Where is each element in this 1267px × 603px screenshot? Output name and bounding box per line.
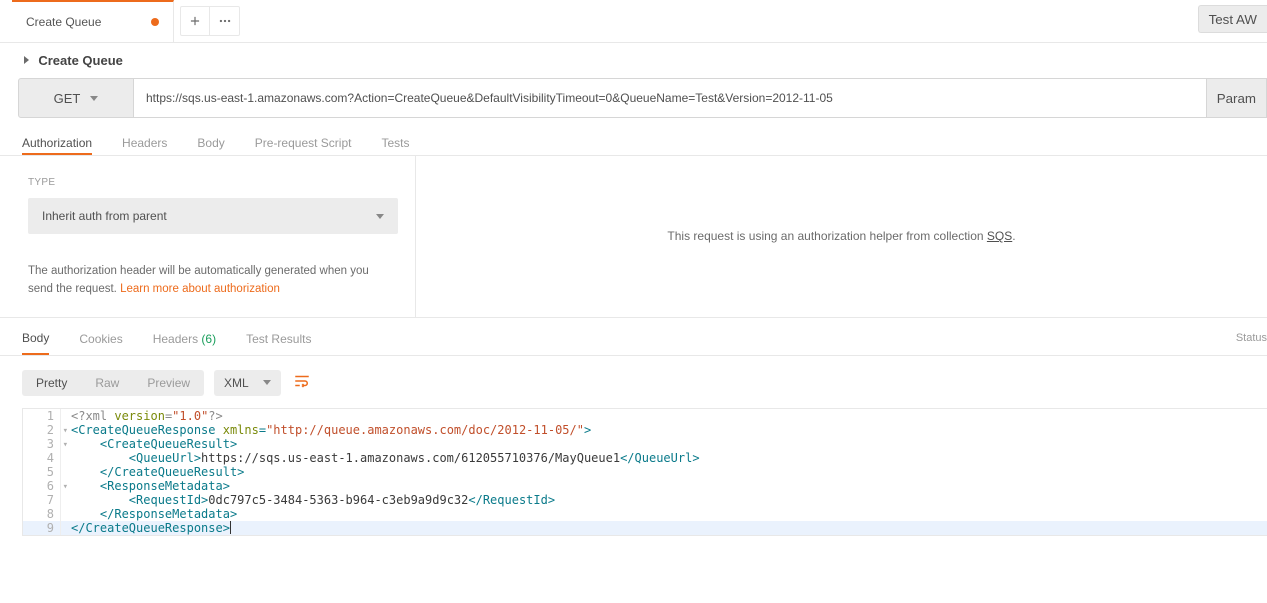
resp-tab-headers[interactable]: Headers (6) [153, 332, 216, 354]
code-text: <CreateQueueResponse xmlns="http://queue… [61, 423, 591, 437]
request-title-row: Create Queue [0, 43, 1267, 74]
code-line[interactable]: 6▾ <ResponseMetadata> [23, 479, 1267, 493]
wrap-lines-button[interactable] [293, 372, 311, 393]
resp-tab-headers-label: Headers [153, 332, 198, 346]
code-text: <ResponseMetadata> [61, 479, 230, 493]
response-tabs: Body Cookies Headers (6) Test Results St… [0, 318, 1267, 356]
auth-type-dropdown[interactable]: Inherit auth from parent [28, 198, 398, 234]
code-line[interactable]: 1<?xml version="1.0"?> [23, 409, 1267, 423]
view-raw[interactable]: Raw [81, 370, 133, 396]
auth-help-link[interactable]: Learn more about authorization [120, 283, 280, 295]
line-number: 5 [23, 465, 61, 479]
line-number: 8 [23, 507, 61, 521]
auth-left-pane: TYPE Inherit auth from parent The author… [0, 156, 416, 317]
view-mode-segmented: Pretty Raw Preview [22, 370, 204, 396]
caret-right-icon [24, 56, 29, 64]
line-number: 2▾ [23, 423, 61, 437]
url-input[interactable] [134, 78, 1207, 118]
test-collection-button[interactable]: Test AW [1198, 5, 1267, 33]
method-value: GET [54, 91, 81, 106]
language-dropdown[interactable]: XML [214, 370, 281, 396]
request-tab-active[interactable]: Create Queue [12, 0, 174, 43]
fold-icon[interactable]: ▾ [63, 440, 68, 450]
fold-icon[interactable]: ▾ [63, 482, 68, 492]
chevron-down-icon [376, 214, 384, 219]
view-pretty[interactable]: Pretty [22, 370, 81, 396]
auth-inherit-collection-link[interactable]: SQS [987, 229, 1012, 243]
code-line[interactable]: 8 </ResponseMetadata> [23, 507, 1267, 521]
text-cursor [230, 521, 231, 534]
code-text: </CreateQueueResponse> [61, 521, 231, 535]
code-text: <CreateQueueResult> [61, 437, 237, 451]
auth-inherit-msg-pre: This request is using an authorization h… [667, 229, 987, 243]
line-number: 1 [23, 409, 61, 423]
tab-tests[interactable]: Tests [381, 136, 409, 155]
code-line[interactable]: 5 </CreateQueueResult> [23, 465, 1267, 479]
auth-help-text: The authorization header will be automat… [28, 262, 388, 299]
request-tab-title: Create Queue [26, 15, 101, 29]
authorization-panel: TYPE Inherit auth from parent The author… [0, 156, 1267, 318]
line-number: 3▾ [23, 437, 61, 451]
tab-authorization[interactable]: Authorization [22, 136, 92, 155]
code-text: <?xml version="1.0"?> [61, 409, 223, 423]
auth-type-label: TYPE [28, 177, 55, 188]
resp-tab-cookies[interactable]: Cookies [79, 332, 122, 354]
resp-tab-headers-count: (6) [201, 332, 216, 346]
tab-prerequest[interactable]: Pre-request Script [255, 136, 352, 155]
params-button[interactable]: Param [1207, 78, 1267, 118]
line-number: 6▾ [23, 479, 61, 493]
resp-tab-tests[interactable]: Test Results [246, 332, 311, 354]
code-text: <QueueUrl>https://sqs.us-east-1.amazonaw… [61, 451, 700, 465]
request-subtabs: Authorization Headers Body Pre-request S… [0, 118, 1267, 156]
request-tabs-bar: Create Queue Test AW [0, 0, 1267, 43]
more-tabs-button[interactable] [210, 6, 240, 36]
auth-right-pane: This request is using an authorization h… [416, 156, 1267, 317]
code-line[interactable]: 4 <QueueUrl>https://sqs.us-east-1.amazon… [23, 451, 1267, 465]
code-text: <RequestId>0dc797c5-3484-5363-b964-c3eb9… [61, 493, 555, 507]
line-number: 7 [23, 493, 61, 507]
request-title: Create Queue [38, 53, 123, 68]
code-line[interactable]: 9</CreateQueueResponse> [23, 521, 1267, 535]
fold-icon[interactable]: ▾ [63, 426, 68, 436]
new-tab-button[interactable] [180, 6, 210, 36]
resp-tab-body[interactable]: Body [22, 331, 49, 355]
response-status-label: Status [1236, 332, 1267, 344]
code-line[interactable]: 2▾<CreateQueueResponse xmlns="http://que… [23, 423, 1267, 437]
line-number: 9 [23, 521, 61, 535]
code-line[interactable]: 7 <RequestId>0dc797c5-3484-5363-b964-c3e… [23, 493, 1267, 507]
tab-headers[interactable]: Headers [122, 136, 167, 155]
method-dropdown[interactable]: GET [18, 78, 134, 118]
url-bar: GET Param [18, 78, 1267, 118]
auth-inherit-msg-post: . [1012, 229, 1015, 243]
view-preview[interactable]: Preview [133, 370, 204, 396]
chevron-down-icon [263, 380, 271, 385]
response-format-row: Pretty Raw Preview XML [0, 356, 1267, 404]
auth-type-value: Inherit auth from parent [42, 209, 167, 223]
language-value: XML [224, 376, 249, 390]
code-text: </CreateQueueResult> [61, 465, 244, 479]
code-line[interactable]: 3▾ <CreateQueueResult> [23, 437, 1267, 451]
tab-body[interactable]: Body [197, 136, 224, 155]
line-number: 4 [23, 451, 61, 465]
response-body-editor[interactable]: 1<?xml version="1.0"?>2▾<CreateQueueResp… [22, 408, 1267, 536]
unsaved-dot-icon [151, 18, 159, 26]
code-text: </ResponseMetadata> [61, 507, 237, 521]
chevron-down-icon [90, 96, 98, 101]
